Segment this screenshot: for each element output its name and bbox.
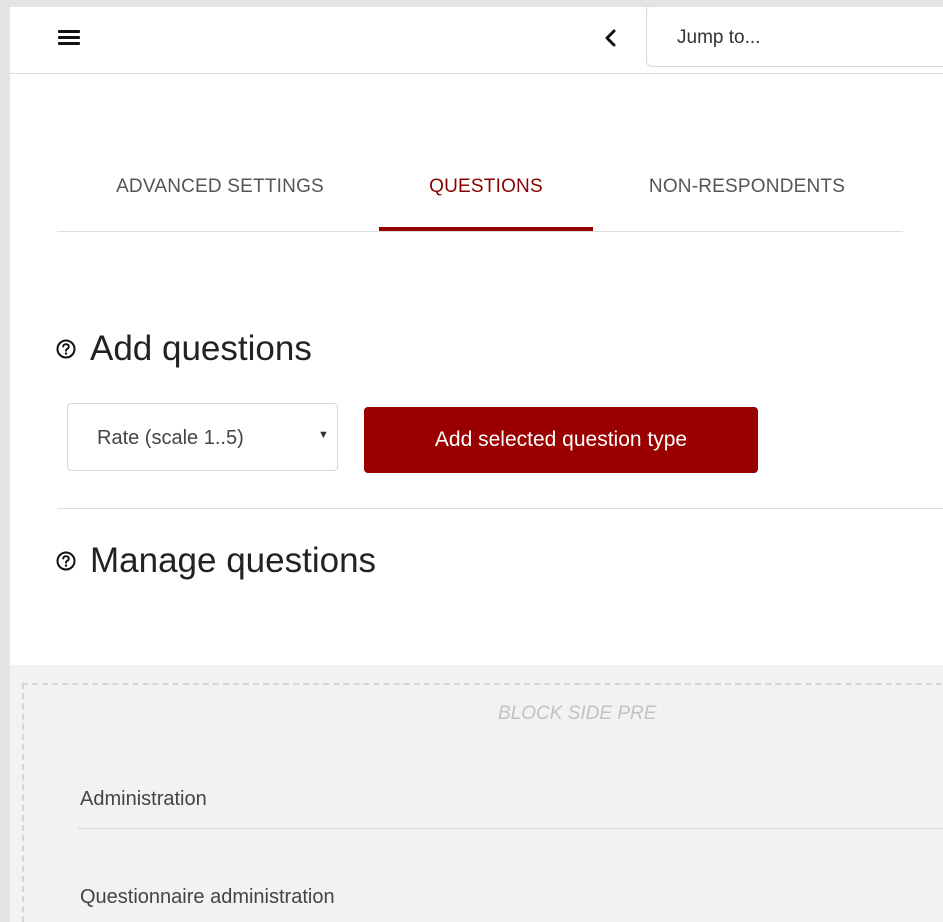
section-divider: [57, 508, 943, 509]
add-questions-heading: Add questions: [56, 329, 312, 369]
question-type-value: Rate (scale 1..5): [97, 427, 244, 449]
tab-questions[interactable]: QUESTIONS: [379, 157, 593, 231]
top-frame-strip: [0, 0, 943, 7]
jump-to-select[interactable]: Jump to...: [646, 7, 943, 67]
top-navbar: Jump to...: [10, 7, 943, 74]
tab-advanced-settings[interactable]: ADVANCED SETTINGS: [100, 157, 340, 229]
question-circle-icon[interactable]: [56, 339, 76, 359]
add-questions-title: Add questions: [90, 329, 312, 368]
block-side-pre-region: BLOCK SIDE PRE Administration Questionna…: [10, 665, 943, 922]
block-region-label: BLOCK SIDE PRE: [498, 703, 657, 724]
settings-tabs: ADVANCED SETTINGS QUESTIONS NON-RESPONDE…: [57, 157, 903, 232]
question-type-select[interactable]: Rate (scale 1..5) ▼: [67, 403, 338, 471]
administration-divider: [78, 828, 943, 829]
page: Jump to... ADVANCED SETTINGS QUESTIONS N…: [10, 7, 943, 922]
hamburger-menu-icon[interactable]: [58, 27, 88, 51]
jump-to-placeholder: Jump to...: [677, 27, 761, 48]
question-circle-icon[interactable]: [56, 551, 76, 571]
manage-questions-heading: Manage questions: [56, 541, 376, 581]
add-question-type-button[interactable]: Add selected question type: [364, 407, 758, 473]
caret-down-icon: ▼: [318, 429, 329, 441]
administration-block-title: Administration: [80, 788, 207, 810]
questionnaire-administration-link[interactable]: Questionnaire administration: [80, 886, 335, 909]
tab-non-respondents[interactable]: NON-RESPONDENTS: [627, 157, 867, 229]
manage-questions-title: Manage questions: [90, 541, 377, 580]
chevron-left-icon[interactable]: [598, 23, 624, 53]
